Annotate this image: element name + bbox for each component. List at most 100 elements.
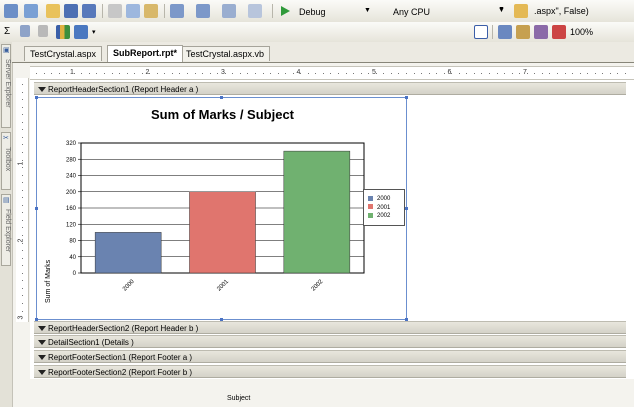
- ruler-tick: [22, 91, 23, 93]
- field-explorer-label: Field Explorer: [4, 209, 11, 253]
- ruler-tick: [587, 73, 589, 74]
- save-icon[interactable]: [64, 4, 78, 18]
- legend-item: 2000: [368, 195, 390, 203]
- ruler-tick: [22, 310, 23, 312]
- resize-handle[interactable]: [35, 207, 38, 210]
- print-preview-icon[interactable]: [552, 25, 566, 39]
- toolbar-options-icon[interactable]: ▾: [92, 26, 96, 40]
- ruler-tick: [262, 73, 264, 74]
- ruler-tick: [22, 159, 23, 161]
- ruler-tick: [119, 73, 121, 74]
- ruler-tick: [285, 73, 287, 74]
- save-all-icon[interactable]: [82, 4, 96, 18]
- ruler-tick: [504, 73, 506, 74]
- legend-label: 2002: [377, 213, 391, 219]
- ruler-tick: [22, 84, 23, 85]
- add-project-icon[interactable]: [4, 4, 18, 18]
- ruler-tick: [473, 73, 475, 74]
- field-explorer-icon[interactable]: [498, 25, 512, 39]
- detail-section[interactable]: DetailSection1 (Details ): [34, 335, 626, 348]
- server-explorer-tab[interactable]: ▣ Server Explorer: [1, 44, 11, 128]
- y-tick-label: 240: [66, 174, 77, 180]
- ruler-tick: [413, 73, 415, 74]
- report-header-section-2[interactable]: ReportHeaderSection2 (Report Header b ): [34, 321, 626, 334]
- find-in-files-icon[interactable]: [514, 4, 528, 18]
- vertical-ruler: 1 2 3: [16, 78, 29, 322]
- open-folder-icon[interactable]: [46, 4, 60, 18]
- sum-icon[interactable]: Σ: [4, 25, 10, 39]
- ruler-tick: [22, 106, 23, 108]
- ruler-tick: [22, 257, 23, 259]
- resize-handle[interactable]: [220, 318, 223, 321]
- ruler-number: 2: [145, 69, 150, 76]
- ruler-tick: [549, 73, 551, 74]
- start-debug-icon[interactable]: [278, 4, 292, 18]
- legend-swatch: [368, 204, 373, 210]
- ruler-tick: [338, 73, 339, 74]
- ruler-tick: [247, 73, 249, 74]
- resize-handle[interactable]: [405, 207, 408, 210]
- ruler-tick: [36, 73, 37, 74]
- ruler-tick: [602, 73, 604, 74]
- ruler-tick: [322, 73, 324, 74]
- map-icon[interactable]: [74, 25, 88, 39]
- group-icon[interactable]: [20, 25, 30, 37]
- legend-item: 2001: [368, 204, 390, 212]
- find-text-value[interactable]: .aspx", False): [534, 4, 589, 18]
- tab-testcrystal-aspx[interactable]: TestCrystal.aspx: [24, 46, 103, 61]
- ruler-tick: [519, 73, 521, 74]
- ruler-tick: [22, 212, 23, 214]
- format-icon[interactable]: [516, 25, 530, 39]
- solution-config-select[interactable]: Debug ▼: [294, 4, 374, 18]
- bar-chart: 0 40 80 120 160 200 240 280 320 2000 2001 2002: [66, 141, 365, 293]
- paste-icon[interactable]: [144, 4, 158, 18]
- report-footer-section-1[interactable]: ReportFooterSection1 (Report Footer a ): [34, 350, 626, 363]
- ruler-tick: [436, 73, 438, 74]
- ruler-tick: [390, 73, 392, 74]
- ruler-number: 2: [17, 238, 25, 243]
- toolbox-tab[interactable]: ✂ Toolbox: [1, 132, 11, 190]
- find-combo-button[interactable]: ▼: [494, 4, 507, 18]
- window-icon[interactable]: [248, 4, 262, 18]
- platform-select[interactable]: Any CPU ▼: [388, 4, 508, 18]
- resize-handle[interactable]: [405, 318, 408, 321]
- ruler-tick: [458, 73, 460, 74]
- tab-testcrystal-aspx-vb[interactable]: TestCrystal.aspx.vb: [180, 46, 271, 61]
- ruler-tick: [22, 167, 23, 169]
- ruler-tick: [22, 136, 23, 138]
- zoom-value[interactable]: 100%: [570, 25, 593, 39]
- report-toolbar: Σ ▾ 100%: [0, 22, 634, 43]
- ruler-number: 6: [447, 69, 452, 76]
- resize-handle[interactable]: [35, 96, 38, 99]
- tab-subreport-rpt[interactable]: SubReport.rpt*: [107, 45, 183, 62]
- resize-handle[interactable]: [405, 96, 408, 99]
- add-item-icon[interactable]: [24, 4, 38, 18]
- chart-object[interactable]: Sum of Marks / Subject 0 40 80 120 160 200 240…: [36, 97, 407, 402]
- ruler-tick: [164, 73, 166, 74]
- report-footer-section-2[interactable]: ReportFooterSection2 (Report Footer b ): [34, 365, 626, 378]
- design-mode-icon[interactable]: [474, 25, 488, 39]
- undo-icon[interactable]: [170, 4, 184, 18]
- report-header-section-1[interactable]: ReportHeaderSection1 (Report Header a ): [34, 82, 626, 95]
- redo-icon[interactable]: [196, 4, 210, 18]
- ruler-tick: [22, 302, 23, 304]
- subreport-icon[interactable]: [38, 25, 48, 37]
- horizontal-ruler: 1 2 3 4 5 6 7: [30, 66, 634, 80]
- chevron-down-icon: ▼: [498, 6, 505, 13]
- server-icon: ▣: [3, 47, 10, 54]
- ruler-tick: [171, 73, 173, 74]
- copy-icon[interactable]: [126, 4, 140, 18]
- field-explorer-tab[interactable]: ▤ Field Explorer: [1, 194, 11, 266]
- resize-handle[interactable]: [220, 96, 223, 99]
- x-axis-label: Subject: [227, 395, 251, 402]
- navigate-icon[interactable]: [222, 4, 236, 18]
- field-icon: ▤: [3, 197, 10, 204]
- database-expert-icon[interactable]: [534, 25, 548, 39]
- legend-label: 2001: [377, 204, 391, 211]
- chart-icon[interactable]: [56, 25, 70, 39]
- resize-handle[interactable]: [35, 318, 38, 321]
- ruler-tick: [239, 73, 241, 74]
- cut-icon[interactable]: [108, 4, 122, 18]
- y-tick-label: 40: [69, 255, 76, 261]
- y-tick-label: 80: [69, 239, 76, 245]
